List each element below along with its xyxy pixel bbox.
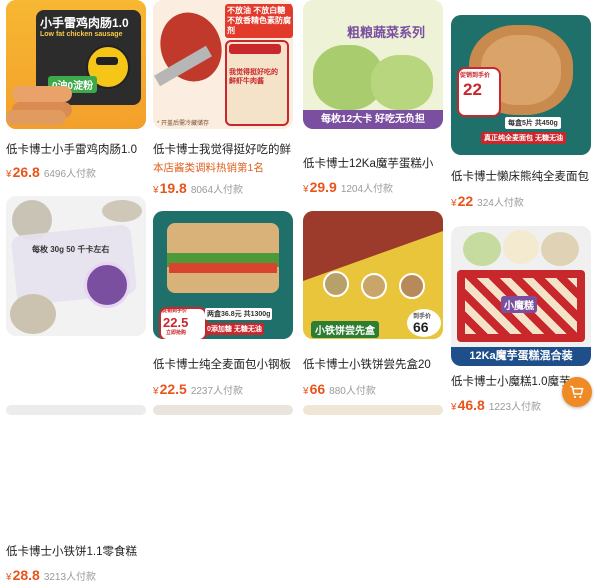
image-banner: 每枚12大卡 好吃无负担 — [303, 110, 443, 129]
promo-price: 22.5 — [163, 315, 189, 330]
currency-symbol: ¥ — [153, 386, 159, 397]
product-image[interactable]: 促销到手价 22 每盒5片 共450g 真正纯全麦面包 无糖无油 — [451, 15, 591, 155]
image-banner: 12Ka魔芋蛋糕混合装 — [451, 347, 591, 366]
image-note: * 开盖后需冷藏储存 — [157, 121, 210, 127]
price-row: ¥29.9 1204人付款 — [303, 179, 393, 197]
product-image[interactable] — [303, 405, 443, 415]
jar-label: 我觉得挺好吃的 鲜虾牛肉酱 — [229, 69, 278, 85]
product-grid: 小手雷鸡肉肠1.0 Low fat chicken sausage 0油0淀粉 … — [0, 0, 600, 583]
promo-cta: 立即抢购 — [166, 330, 187, 336]
image-banner: 小铁饼尝先盒 — [311, 321, 379, 338]
product-card-partial[interactable] — [153, 405, 298, 415]
product-title[interactable]: 低卡博士纯全麦面包小钢板 — [153, 356, 295, 372]
promo-price: 22 — [463, 80, 482, 99]
price-row: ¥19.8 8064人付款 — [153, 180, 243, 198]
currency-symbol: ¥ — [451, 402, 457, 413]
product-title[interactable]: 低卡博士12Ka魔芋蛋糕小 — [303, 155, 445, 171]
image-subline: Low fat chicken sausage — [40, 31, 123, 38]
product-image[interactable]: 小魔糕 12Ka魔芋蛋糕混合装 — [451, 226, 591, 366]
product-title[interactable]: 低卡博士小手雷鸡肉肠1.0 — [6, 141, 148, 157]
currency-symbol: ¥ — [303, 184, 309, 195]
image-tag: 0添加糖 无糖无油 — [205, 323, 264, 335]
product-card[interactable]: 促销到手价 22 每盒5片 共450g 真正纯全麦面包 无糖无油 低卡博士懒床熊… — [451, 0, 596, 209]
price: 28.8 — [12, 567, 40, 583]
image-tag: 每盒5片 共450g — [505, 117, 561, 129]
price: 29.9 — [309, 179, 337, 195]
image-badge: 不放油 不放白糖 不放香精色素防腐剂 — [225, 4, 293, 38]
price-row: ¥22 324人付款 — [451, 193, 524, 211]
price: 46.8 — [457, 397, 485, 413]
product-image[interactable]: 小铁饼尝先盒 到手价 66 — [303, 211, 443, 339]
cart-button[interactable] — [562, 377, 592, 407]
product-title[interactable]: 低卡博士小铁饼尝先盒20 — [303, 356, 445, 372]
product-card[interactable]: 不放油 不放白糖 不放香精色素防腐剂 我觉得挺好吃的 鲜虾牛肉酱 * 开盖后需冷… — [153, 0, 298, 196]
price-row: ¥46.8 1223人付款 — [451, 397, 541, 415]
product-card-partial[interactable] — [303, 405, 448, 415]
product-card[interactable]: 小魔糕 12Ka魔芋蛋糕混合装 低卡博士小魔糕1.0魔芋 ¥46.8 1223人付… — [451, 226, 596, 413]
product-title[interactable]: 低卡博士我觉得挺好吃的鲜 — [153, 141, 295, 157]
product-card[interactable]: 每枚 30g 50 千卡左右 低卡博士小铁饼1.1零食糕 ¥28.8 3213人付… — [6, 196, 151, 583]
product-subtitle: 本店酱类调料热销第1名 — [153, 162, 264, 174]
image-tag: 两盒36.8元 共1300g — [205, 308, 273, 320]
product-card-partial[interactable] — [6, 405, 151, 415]
price-row: ¥26.8 6496人付款 — [6, 164, 96, 182]
image-text: 每枚 30g 50 千卡左右 — [32, 245, 110, 254]
price-row: ¥22.5 2237人付款 — [153, 381, 243, 399]
product-title[interactable]: 低卡博士懒床熊纯全麦面包 — [451, 168, 593, 184]
currency-symbol: ¥ — [303, 386, 309, 397]
product-card[interactable]: 促销到手价 22.5 立即抢购 两盒36.8元 共1300g 0添加糖 无糖无油… — [153, 211, 298, 397]
product-image[interactable]: 促销到手价 22.5 立即抢购 两盒36.8元 共1300g 0添加糖 无糖无油 — [153, 211, 293, 339]
price-row: ¥28.8 3213人付款 — [6, 567, 96, 585]
product-card[interactable]: 粗粮蔬菜系列 每枚12大卡 好吃无负担 低卡博士12Ka魔芋蛋糕小 ¥29.9 1… — [303, 0, 448, 195]
image-tag: 真正纯全麦面包 无糖无油 — [481, 132, 566, 144]
currency-symbol: ¥ — [6, 572, 12, 583]
sold-count: 3213人付款 — [43, 572, 97, 583]
product-image[interactable]: 不放油 不放白糖 不放香精色素防腐剂 我觉得挺好吃的 鲜虾牛肉酱 * 开盖后需冷… — [153, 0, 293, 129]
price: 22 — [457, 193, 474, 209]
product-image[interactable] — [153, 405, 293, 415]
product-card[interactable]: 小手雷鸡肉肠1.0 Low fat chicken sausage 0油0淀粉 … — [6, 0, 151, 180]
sold-count: 2237人付款 — [190, 386, 244, 397]
product-title[interactable]: 低卡博士小铁饼1.1零食糕 — [6, 543, 148, 559]
price: 19.8 — [159, 180, 187, 196]
currency-symbol: ¥ — [6, 169, 12, 180]
product-image[interactable]: 小手雷鸡肉肠1.0 Low fat chicken sausage 0油0淀粉 — [6, 0, 146, 129]
promo-label: 促销到手价 — [460, 73, 491, 79]
promo-label: 促销到手价 — [162, 308, 188, 314]
sold-count: 8064人付款 — [190, 185, 244, 196]
box-text: 小魔糕 — [501, 296, 537, 313]
sold-count: 6496人付款 — [43, 169, 97, 180]
sold-count: 880人付款 — [329, 386, 376, 397]
price: 26.8 — [12, 164, 40, 180]
currency-symbol: ¥ — [153, 185, 159, 196]
sold-count: 1204人付款 — [340, 184, 394, 195]
product-image[interactable]: 粗粮蔬菜系列 每枚12大卡 好吃无负担 — [303, 0, 443, 129]
price: 66 — [309, 381, 326, 397]
cart-icon — [570, 385, 584, 399]
image-headline: 粗粮蔬菜系列 — [347, 25, 426, 40]
sold-count: 1223人付款 — [488, 402, 542, 413]
price-row: ¥66 880人付款 — [303, 381, 376, 399]
promo-price: 66 — [413, 319, 429, 335]
product-card[interactable]: 小铁饼尝先盒 到手价 66 低卡博士小铁饼尝先盒20 ¥66 880人付款 — [303, 211, 448, 397]
sold-count: 324人付款 — [477, 198, 524, 209]
price: 22.5 — [159, 381, 187, 397]
product-image[interactable]: 每枚 30g 50 千卡左右 — [6, 196, 146, 336]
image-headline: 小手雷鸡肉肠1.0 — [40, 16, 129, 30]
product-image[interactable] — [6, 405, 146, 415]
currency-symbol: ¥ — [451, 198, 457, 209]
